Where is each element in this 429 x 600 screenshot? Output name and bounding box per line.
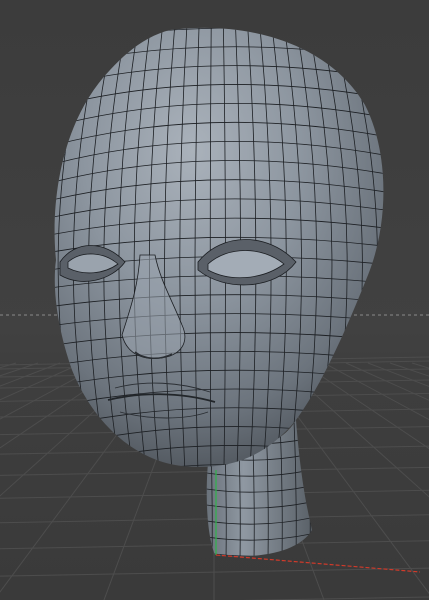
grid-line [323,362,429,421]
3d-viewport[interactable] [0,0,429,600]
grid-line [0,362,83,401]
grid-line [389,362,429,377]
grid-line [345,362,429,401]
grid-line [411,362,429,369]
viewport-canvas[interactable] [0,0,429,600]
mesh-edge [307,420,311,557]
x-axis-line [215,554,421,573]
head-mesh[interactable] [40,20,400,491]
grid-line [0,362,39,377]
grid-line [301,362,429,450]
grid-line [0,362,61,387]
grid-line [367,362,429,388]
